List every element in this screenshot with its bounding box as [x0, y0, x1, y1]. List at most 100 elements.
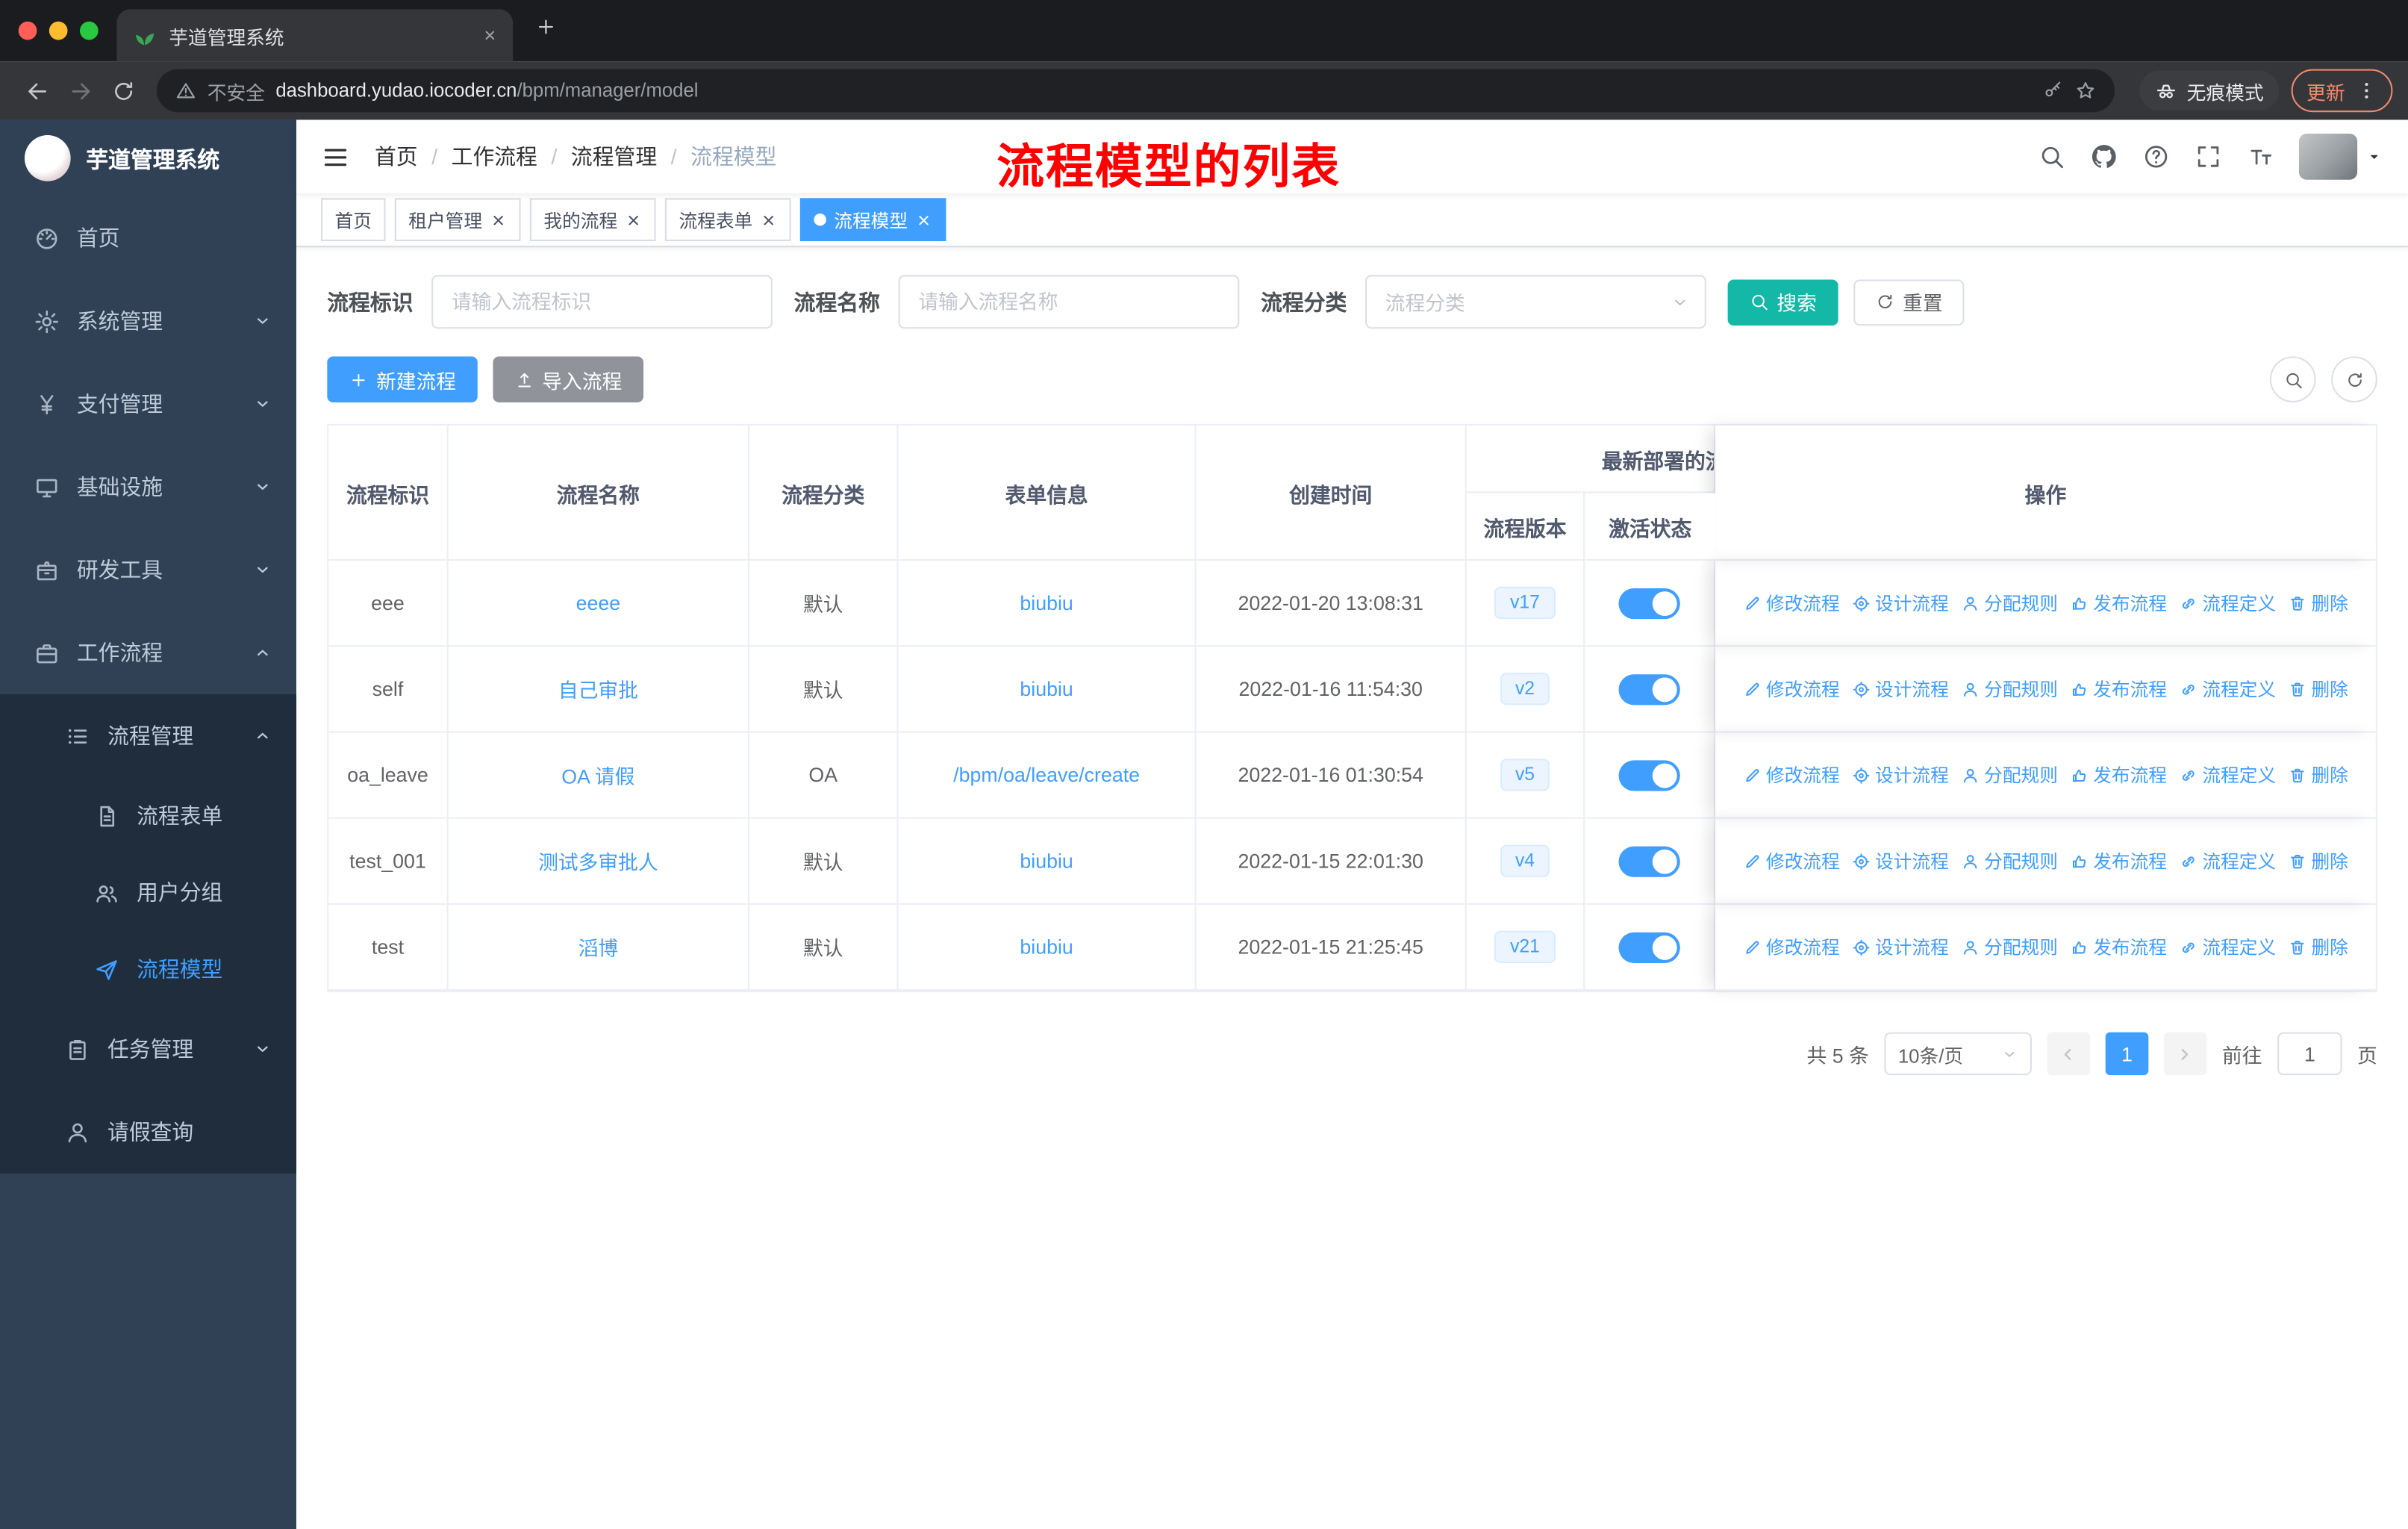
sidebar-item-system-management[interactable]: 系统管理 — [0, 279, 296, 362]
close-window-button[interactable] — [18, 21, 37, 40]
process-id-input[interactable] — [431, 275, 773, 329]
action-publish-process[interactable]: 发布流程 — [2070, 934, 2167, 960]
action-assign-rules[interactable]: 分配规则 — [1961, 934, 2058, 960]
process-name-input[interactable] — [898, 275, 1240, 329]
sidebar-item-dev-tools[interactable]: 研发工具 — [0, 529, 296, 611]
action-modify-process[interactable]: 修改流程 — [1743, 934, 1840, 960]
sidebar-item-workflow[interactable]: 工作流程 — [0, 611, 296, 694]
sidebar-logo[interactable]: 芋道管理系统 — [0, 119, 296, 196]
back-button[interactable] — [16, 69, 59, 113]
action-delete[interactable]: 删除 — [2289, 590, 2348, 616]
forward-button[interactable] — [58, 69, 102, 113]
category-select[interactable]: 流程分类 — [1365, 275, 1706, 329]
sidebar-item-user-group[interactable]: 用户分组 — [0, 853, 297, 931]
next-page-button[interactable] — [2163, 1032, 2207, 1076]
form-link[interactable]: /bpm/oa/leave/create — [953, 764, 1140, 787]
maximize-window-button[interactable] — [79, 21, 99, 40]
reset-button[interactable]: 重置 — [1853, 278, 1965, 326]
action-delete[interactable]: 删除 — [2289, 934, 2348, 960]
action-publish-process[interactable]: 发布流程 — [2070, 848, 2167, 874]
tab-close-icon[interactable] — [482, 28, 498, 43]
action-delete[interactable]: 删除 — [2289, 676, 2348, 702]
sidebar-item-process-model[interactable]: 流程模型 — [0, 930, 297, 1008]
sidebar-item-task-management[interactable]: 任务管理 — [0, 1007, 297, 1091]
search-button[interactable]: 搜索 — [1727, 278, 1838, 326]
action-publish-process[interactable]: 发布流程 — [2070, 762, 2167, 788]
action-modify-process[interactable]: 修改流程 — [1743, 848, 1840, 874]
browser-tab[interactable]: 芋道管理系统 — [116, 9, 514, 62]
close-icon[interactable] — [761, 211, 778, 228]
user-menu[interactable] — [2298, 133, 2383, 180]
page-size-select[interactable]: 10条/页 — [1884, 1032, 2032, 1076]
reload-button[interactable] — [102, 69, 145, 113]
security-label[interactable]: 不安全 — [208, 76, 265, 105]
action-process-definition[interactable]: 流程定义 — [2179, 762, 2276, 788]
menu-dots-icon[interactable] — [2356, 80, 2377, 102]
sidebar-item-leave-query[interactable]: 请假查询 — [0, 1090, 297, 1174]
tab-process-form[interactable]: 流程表单 — [664, 198, 791, 242]
action-modify-process[interactable]: 修改流程 — [1743, 676, 1840, 702]
action-assign-rules[interactable]: 分配规则 — [1961, 848, 2058, 874]
toggle-search-button[interactable] — [2269, 356, 2316, 403]
search-icon[interactable] — [2038, 143, 2065, 170]
address-bar[interactable]: 不安全 dashboard.yudao.iocoder.cn/bpm/manag… — [156, 69, 2115, 113]
action-publish-process[interactable]: 发布流程 — [2070, 590, 2167, 616]
update-browser-button[interactable]: 更新 — [2291, 69, 2393, 113]
new-tab-button[interactable] — [534, 16, 558, 46]
tab-my-process[interactable]: 我的流程 — [529, 198, 656, 242]
breadcrumb-item[interactable]: 工作流程 — [452, 141, 571, 172]
sidebar-item-payment-management[interactable]: 支付管理 — [0, 363, 296, 446]
action-assign-rules[interactable]: 分配规则 — [1961, 676, 2058, 702]
process-name-link[interactable]: 自己审批 — [558, 679, 638, 702]
action-design-process[interactable]: 设计流程 — [1852, 934, 1949, 960]
action-assign-rules[interactable]: 分配规则 — [1961, 590, 2058, 616]
process-name-link[interactable]: OA 请假 — [561, 765, 634, 788]
action-process-definition[interactable]: 流程定义 — [2179, 934, 2276, 960]
action-process-definition[interactable]: 流程定义 — [2179, 676, 2276, 702]
key-icon[interactable] — [2042, 80, 2064, 102]
sidebar-item-process-management[interactable]: 流程管理 — [0, 694, 297, 778]
sidebar-item-home[interactable]: 首页 — [0, 196, 296, 279]
action-publish-process[interactable]: 发布流程 — [2070, 676, 2167, 702]
action-design-process[interactable]: 设计流程 — [1852, 590, 1949, 616]
sidebar-item-process-form[interactable]: 流程表单 — [0, 777, 297, 854]
action-modify-process[interactable]: 修改流程 — [1743, 762, 1840, 788]
create-process-button[interactable]: 新建流程 — [327, 356, 478, 403]
fullscreen-icon[interactable] — [2195, 143, 2222, 170]
action-design-process[interactable]: 设计流程 — [1852, 848, 1949, 874]
goto-page-input[interactable] — [2277, 1032, 2342, 1076]
page-1-button[interactable]: 1 — [2105, 1032, 2149, 1076]
active-toggle[interactable] — [1618, 931, 1680, 962]
form-link[interactable]: biubiu — [1020, 677, 1073, 700]
tab-tenant-management[interactable]: 租户管理 — [394, 198, 521, 242]
action-design-process[interactable]: 设计流程 — [1852, 676, 1949, 702]
sidebar-item-infrastructure[interactable]: 基础设施 — [0, 446, 296, 529]
tab-home[interactable]: 首页 — [320, 198, 386, 242]
breadcrumb-item[interactable]: 流程管理 — [571, 141, 690, 172]
url-text[interactable]: dashboard.yudao.iocoder.cn/bpm/manager/m… — [275, 80, 698, 102]
form-link[interactable]: biubiu — [1020, 591, 1073, 614]
tab-process-model[interactable]: 流程模型 — [800, 198, 946, 242]
action-delete[interactable]: 删除 — [2289, 848, 2348, 874]
bookmark-star-icon[interactable] — [2074, 80, 2096, 102]
active-toggle[interactable] — [1618, 587, 1680, 619]
close-icon[interactable] — [625, 211, 642, 228]
process-name-link[interactable]: eeee — [576, 591, 621, 614]
active-toggle[interactable] — [1618, 759, 1680, 791]
active-toggle[interactable] — [1618, 845, 1680, 876]
sidebar-collapse-button[interactable] — [321, 142, 350, 171]
help-icon[interactable] — [2142, 143, 2170, 170]
close-icon[interactable] — [915, 211, 932, 228]
close-icon[interactable] — [490, 211, 507, 228]
minimize-window-button[interactable] — [49, 21, 68, 40]
prev-page-button[interactable] — [2047, 1032, 2091, 1076]
process-name-link[interactable]: 滔博 — [578, 937, 619, 960]
import-process-button[interactable]: 导入流程 — [493, 356, 644, 403]
form-link[interactable]: biubiu — [1020, 850, 1073, 873]
action-process-definition[interactable]: 流程定义 — [2179, 848, 2276, 874]
font-size-icon[interactable] — [2247, 143, 2274, 170]
action-process-definition[interactable]: 流程定义 — [2179, 590, 2276, 616]
github-icon[interactable] — [2090, 143, 2118, 170]
refresh-table-button[interactable] — [2331, 356, 2377, 403]
action-assign-rules[interactable]: 分配规则 — [1961, 762, 2058, 788]
